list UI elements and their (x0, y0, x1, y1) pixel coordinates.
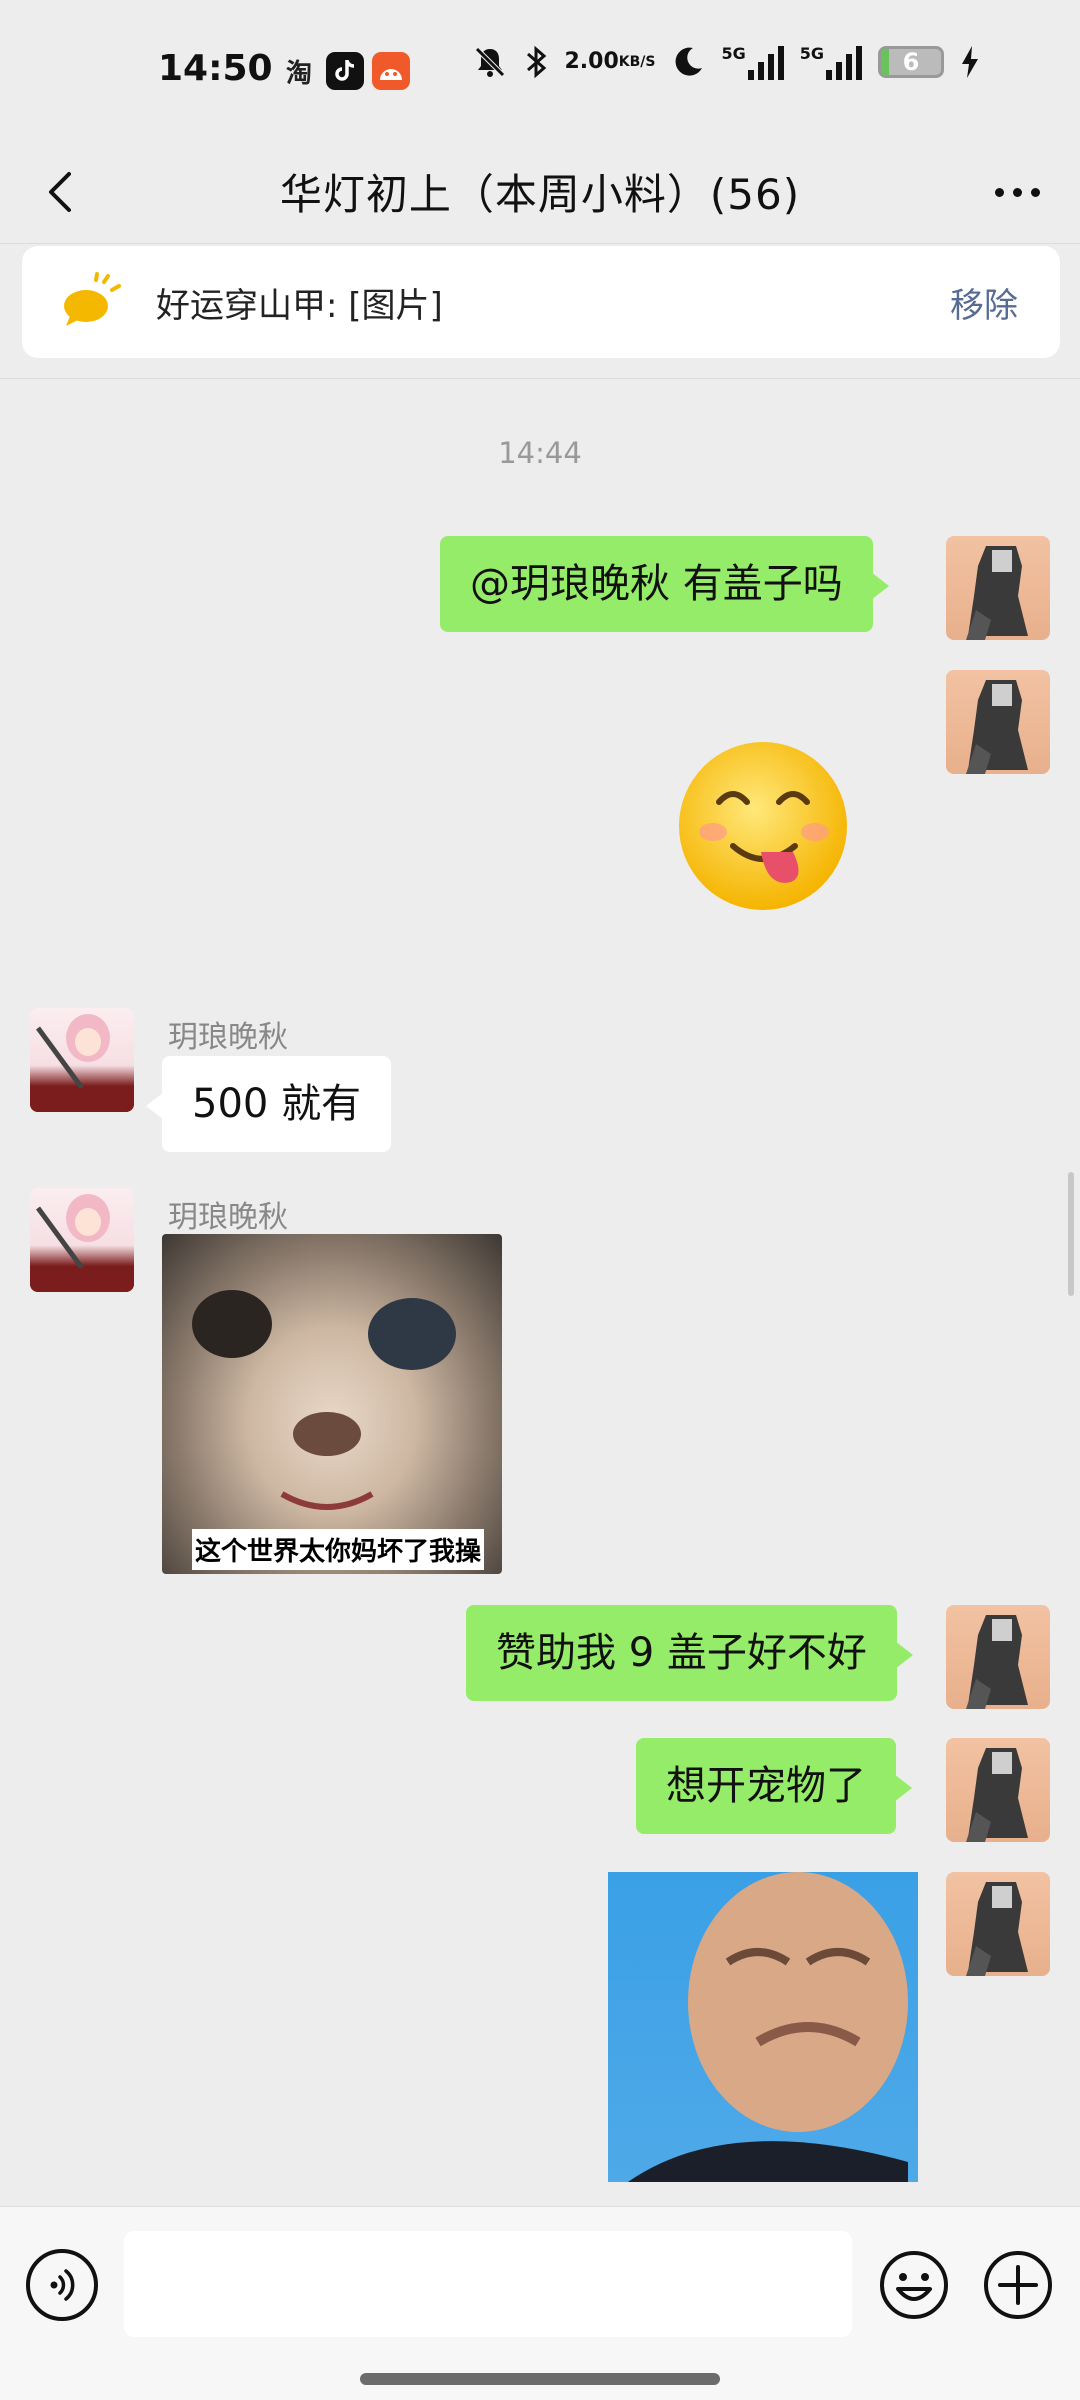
remove-pinned-button[interactable]: 移除 (950, 278, 1018, 327)
chevron-left-icon (49, 172, 71, 212)
avatar[interactable] (946, 1605, 1050, 1709)
avatar[interactable] (946, 536, 1050, 640)
network-speed-unit: KB/S (618, 54, 656, 70)
smiley-icon (880, 2251, 948, 2319)
message-bubble[interactable]: 赞助我 9 盖子好不好 (466, 1605, 913, 1701)
avatar[interactable] (946, 670, 1050, 774)
home-indicator[interactable] (360, 2373, 720, 2385)
pinned-text: 好运穿山甲: [图片] (156, 285, 443, 326)
yum-emoji-sticker[interactable] (675, 738, 851, 914)
net-type-2: 5G (799, 44, 824, 63)
pinned-message-bar[interactable]: 好运穿山甲: [图片] 移除 (22, 246, 1060, 358)
avatar[interactable] (946, 1738, 1050, 1842)
ghost-figure-avatar-icon (966, 1748, 1028, 1842)
plus-icon (984, 2251, 1052, 2319)
message-input[interactable] (124, 2231, 852, 2337)
battery-indicator: 6 (878, 46, 944, 78)
chat-title: 华灯初上（本周小料）(56) (279, 170, 801, 219)
back-button[interactable] (30, 162, 90, 222)
speech-bubble-icon (60, 272, 121, 332)
battery-level: 6 (902, 48, 920, 76)
net-type-1: 5G (721, 44, 746, 63)
cat-face-icon (192, 1290, 456, 1510)
sticker-caption: 这个世界太你妈坏了我操 (192, 1529, 484, 1570)
taobao-icon: 淘 (285, 58, 312, 89)
divider (0, 378, 1080, 379)
avatar[interactable] (30, 1188, 134, 1292)
status-bar: 14:50 淘 2.00 KB/S 5G 5G 6 (0, 0, 1080, 140)
cat-meme-sticker[interactable]: 这个世界太你妈坏了我操 (162, 1234, 502, 1574)
message-bubble[interactable]: 500 就有 (145, 1056, 392, 1152)
sender-name: 玥琅晚秋 (168, 1020, 288, 1055)
more-dot-icon (1012, 187, 1022, 197)
ghost-figure-avatar-icon (966, 1615, 1028, 1709)
chat-header: 华灯初上（本周小料）(56) (0, 140, 1080, 244)
avatar[interactable] (30, 1008, 134, 1112)
orange-app-icon (372, 52, 410, 90)
message-timestamp: 14:44 (498, 436, 582, 470)
more-button[interactable] (982, 162, 1052, 222)
tiktok-icon (326, 52, 364, 90)
scrollbar-thumb[interactable] (1068, 1172, 1074, 1296)
anime-girl-avatar-icon (30, 1194, 134, 1292)
status-icons: 2.00 KB/S 5G 5G 6 (472, 44, 980, 80)
ghost-figure-avatar-icon (966, 1882, 1028, 1976)
message-bubble[interactable]: 想开宠物了 (636, 1738, 912, 1834)
voice-icon (50, 2269, 75, 2301)
avatar[interactable] (946, 1872, 1050, 1976)
mute-bell-icon (472, 44, 508, 80)
sender-name: 玥琅晚秋 (168, 1200, 288, 1235)
signal-icon-2: 5G (800, 44, 862, 80)
input-bar (0, 2206, 1080, 2400)
network-speed: 2.00 KB/S (564, 49, 656, 74)
more-actions-button[interactable] (982, 2249, 1054, 2321)
more-dot-icon (1030, 187, 1040, 197)
ghost-figure-avatar-icon (966, 546, 1028, 640)
charging-icon (960, 44, 980, 80)
moon-icon (671, 45, 705, 79)
signal-icon-1: 5G (721, 44, 784, 80)
anime-girl-avatar-icon (30, 1014, 134, 1112)
emoji-button[interactable] (878, 2249, 950, 2321)
bluetooth-icon (524, 44, 548, 80)
more-dot-icon (994, 187, 1004, 197)
message-bubble[interactable]: @玥琅晚秋 有盖子吗 (440, 536, 889, 632)
crying-face-meme-sticker[interactable] (608, 1872, 918, 2182)
status-time: 14:50 (158, 48, 273, 89)
network-speed-value: 2.00 (564, 49, 619, 74)
ghost-figure-avatar-icon (966, 680, 1028, 774)
crying-face-icon (628, 1872, 908, 2182)
voice-button[interactable] (26, 2249, 98, 2321)
